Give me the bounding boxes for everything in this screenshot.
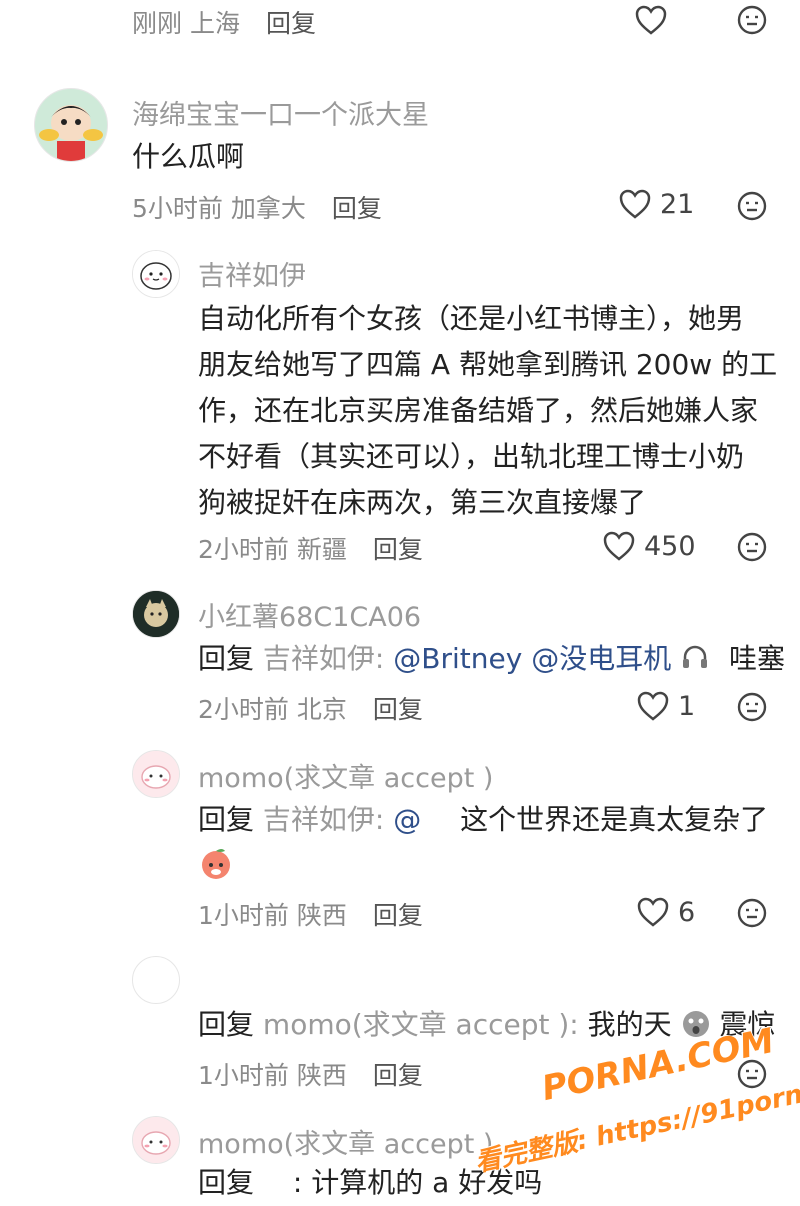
- headphones-emoji-icon: [680, 640, 710, 686]
- reply-button[interactable]: 回复: [332, 194, 382, 223]
- comment-text-line: 朋友给她写了四篇 A 帮她拿到腾讯 200w 的工: [198, 348, 778, 381]
- comment-time: 1小时前: [198, 1061, 289, 1090]
- comment-author[interactable]: 海绵宝宝一口一个派大星: [132, 93, 429, 132]
- comment-text: 什么瓜啊: [132, 140, 245, 173]
- comment-author[interactable]: 小红薯68C1CA06: [198, 595, 421, 634]
- comment-meta: 5小时前 加拿大 回复: [132, 189, 382, 225]
- like-icon[interactable]: [634, 4, 667, 36]
- comment-meta: 2小时前 新疆 回复: [198, 530, 423, 566]
- reply-target[interactable]: 吉祥如伊:: [263, 803, 384, 836]
- comment-location: 新疆: [296, 535, 347, 564]
- reply-button[interactable]: 回复: [266, 9, 316, 38]
- like-button[interactable]: 450: [602, 530, 696, 562]
- like-button[interactable]: 1: [636, 690, 695, 722]
- comment-author[interactable]: 吉祥如伊: [198, 254, 306, 293]
- dislike-face-icon[interactable]: [736, 531, 768, 563]
- avatar[interactable]: [34, 88, 108, 162]
- reply-target[interactable]: momo(求文章 accept ):: [263, 1008, 579, 1041]
- reply-button[interactable]: 回复: [373, 535, 423, 564]
- comment-location: 北京: [296, 695, 347, 724]
- avatar[interactable]: [132, 750, 180, 798]
- comment-location: 陕西: [296, 1061, 347, 1090]
- comment-text-line: 狗被捉奸在床两次，第三次直接爆了: [198, 486, 647, 519]
- dislike-face-icon[interactable]: [736, 4, 768, 36]
- comment-text-line: 不好看（其实还可以），出轨北理工博士小奶: [198, 440, 745, 473]
- comment-time: 1小时前: [198, 901, 289, 930]
- like-count: 1: [678, 690, 696, 722]
- comment-text-line: 作，还在北京买房准备结婚了，然后她嫌人家: [198, 394, 759, 427]
- comment-location: 上海: [189, 9, 240, 38]
- comment-meta: 1小时前 陕西 回复: [198, 1056, 423, 1092]
- heart-icon: [637, 691, 669, 721]
- dislike-face-icon[interactable]: [736, 897, 768, 929]
- comment-time: 2小时前: [198, 535, 289, 564]
- mention-link[interactable]: @Britney @没电耳机: [393, 642, 671, 675]
- like-count: 21: [660, 188, 695, 220]
- heart-icon: [619, 189, 651, 219]
- reply-prefix: 回复: [198, 642, 255, 675]
- comment-text: 回复 吉祥如伊: @ 这个世界还是真太复杂了: [198, 797, 768, 843]
- reply-prefix: 回复: [198, 1166, 255, 1199]
- reply-target[interactable]: 吉祥如伊:: [263, 642, 384, 675]
- comment-meta: 刚刚 上海 回复: [132, 4, 316, 40]
- heart-icon: [603, 531, 635, 561]
- comment-meta: 1小时前 陕西 回复: [198, 896, 423, 932]
- comment-author[interactable]: momo(求文章 accept ): [198, 756, 493, 795]
- avatar[interactable]: [132, 250, 180, 298]
- dislike-face-icon[interactable]: [736, 190, 768, 222]
- dislike-face-icon[interactable]: [736, 691, 768, 723]
- comment-text-tail: 哇塞: [729, 642, 786, 675]
- reply-prefix: 回复: [198, 803, 255, 836]
- avatar[interactable]: [132, 590, 180, 638]
- reply-prefix: 回复: [198, 1008, 255, 1041]
- avatar[interactable]: [132, 1116, 180, 1164]
- reply-button[interactable]: 回复: [373, 695, 423, 724]
- like-count: 450: [644, 530, 696, 562]
- comment-meta: 2小时前 北京 回复: [198, 690, 423, 726]
- comment-text-line: 自动化所有个女孩（还是小红书博主），她男: [198, 302, 745, 335]
- comment-time: 刚刚: [132, 9, 183, 38]
- comment-text-tail: 我的天: [587, 1008, 672, 1041]
- comment-time: 2小时前: [198, 695, 289, 724]
- like-button[interactable]: 21: [618, 188, 694, 220]
- comment-author[interactable]: momo(求文章 accept ): [198, 1122, 493, 1161]
- comment-location: 加拿大: [230, 194, 306, 223]
- reply-button[interactable]: 回复: [373, 1061, 423, 1090]
- heart-icon: [637, 897, 669, 927]
- comment-time: 5小时前: [132, 194, 223, 223]
- reply-button[interactable]: 回复: [373, 901, 423, 930]
- like-button[interactable]: 6: [636, 896, 695, 928]
- comment-text-tail: 这个世界还是真太复杂了: [460, 803, 769, 836]
- comment-location: 陕西: [296, 901, 347, 930]
- avatar[interactable]: [132, 956, 180, 1004]
- like-count: 6: [678, 896, 696, 928]
- comment-text: 回复 吉祥如伊: @Britney @没电耳机 哇塞: [198, 636, 785, 686]
- mention-link[interactable]: @: [393, 803, 421, 836]
- peach-emoji-icon: [198, 845, 234, 881]
